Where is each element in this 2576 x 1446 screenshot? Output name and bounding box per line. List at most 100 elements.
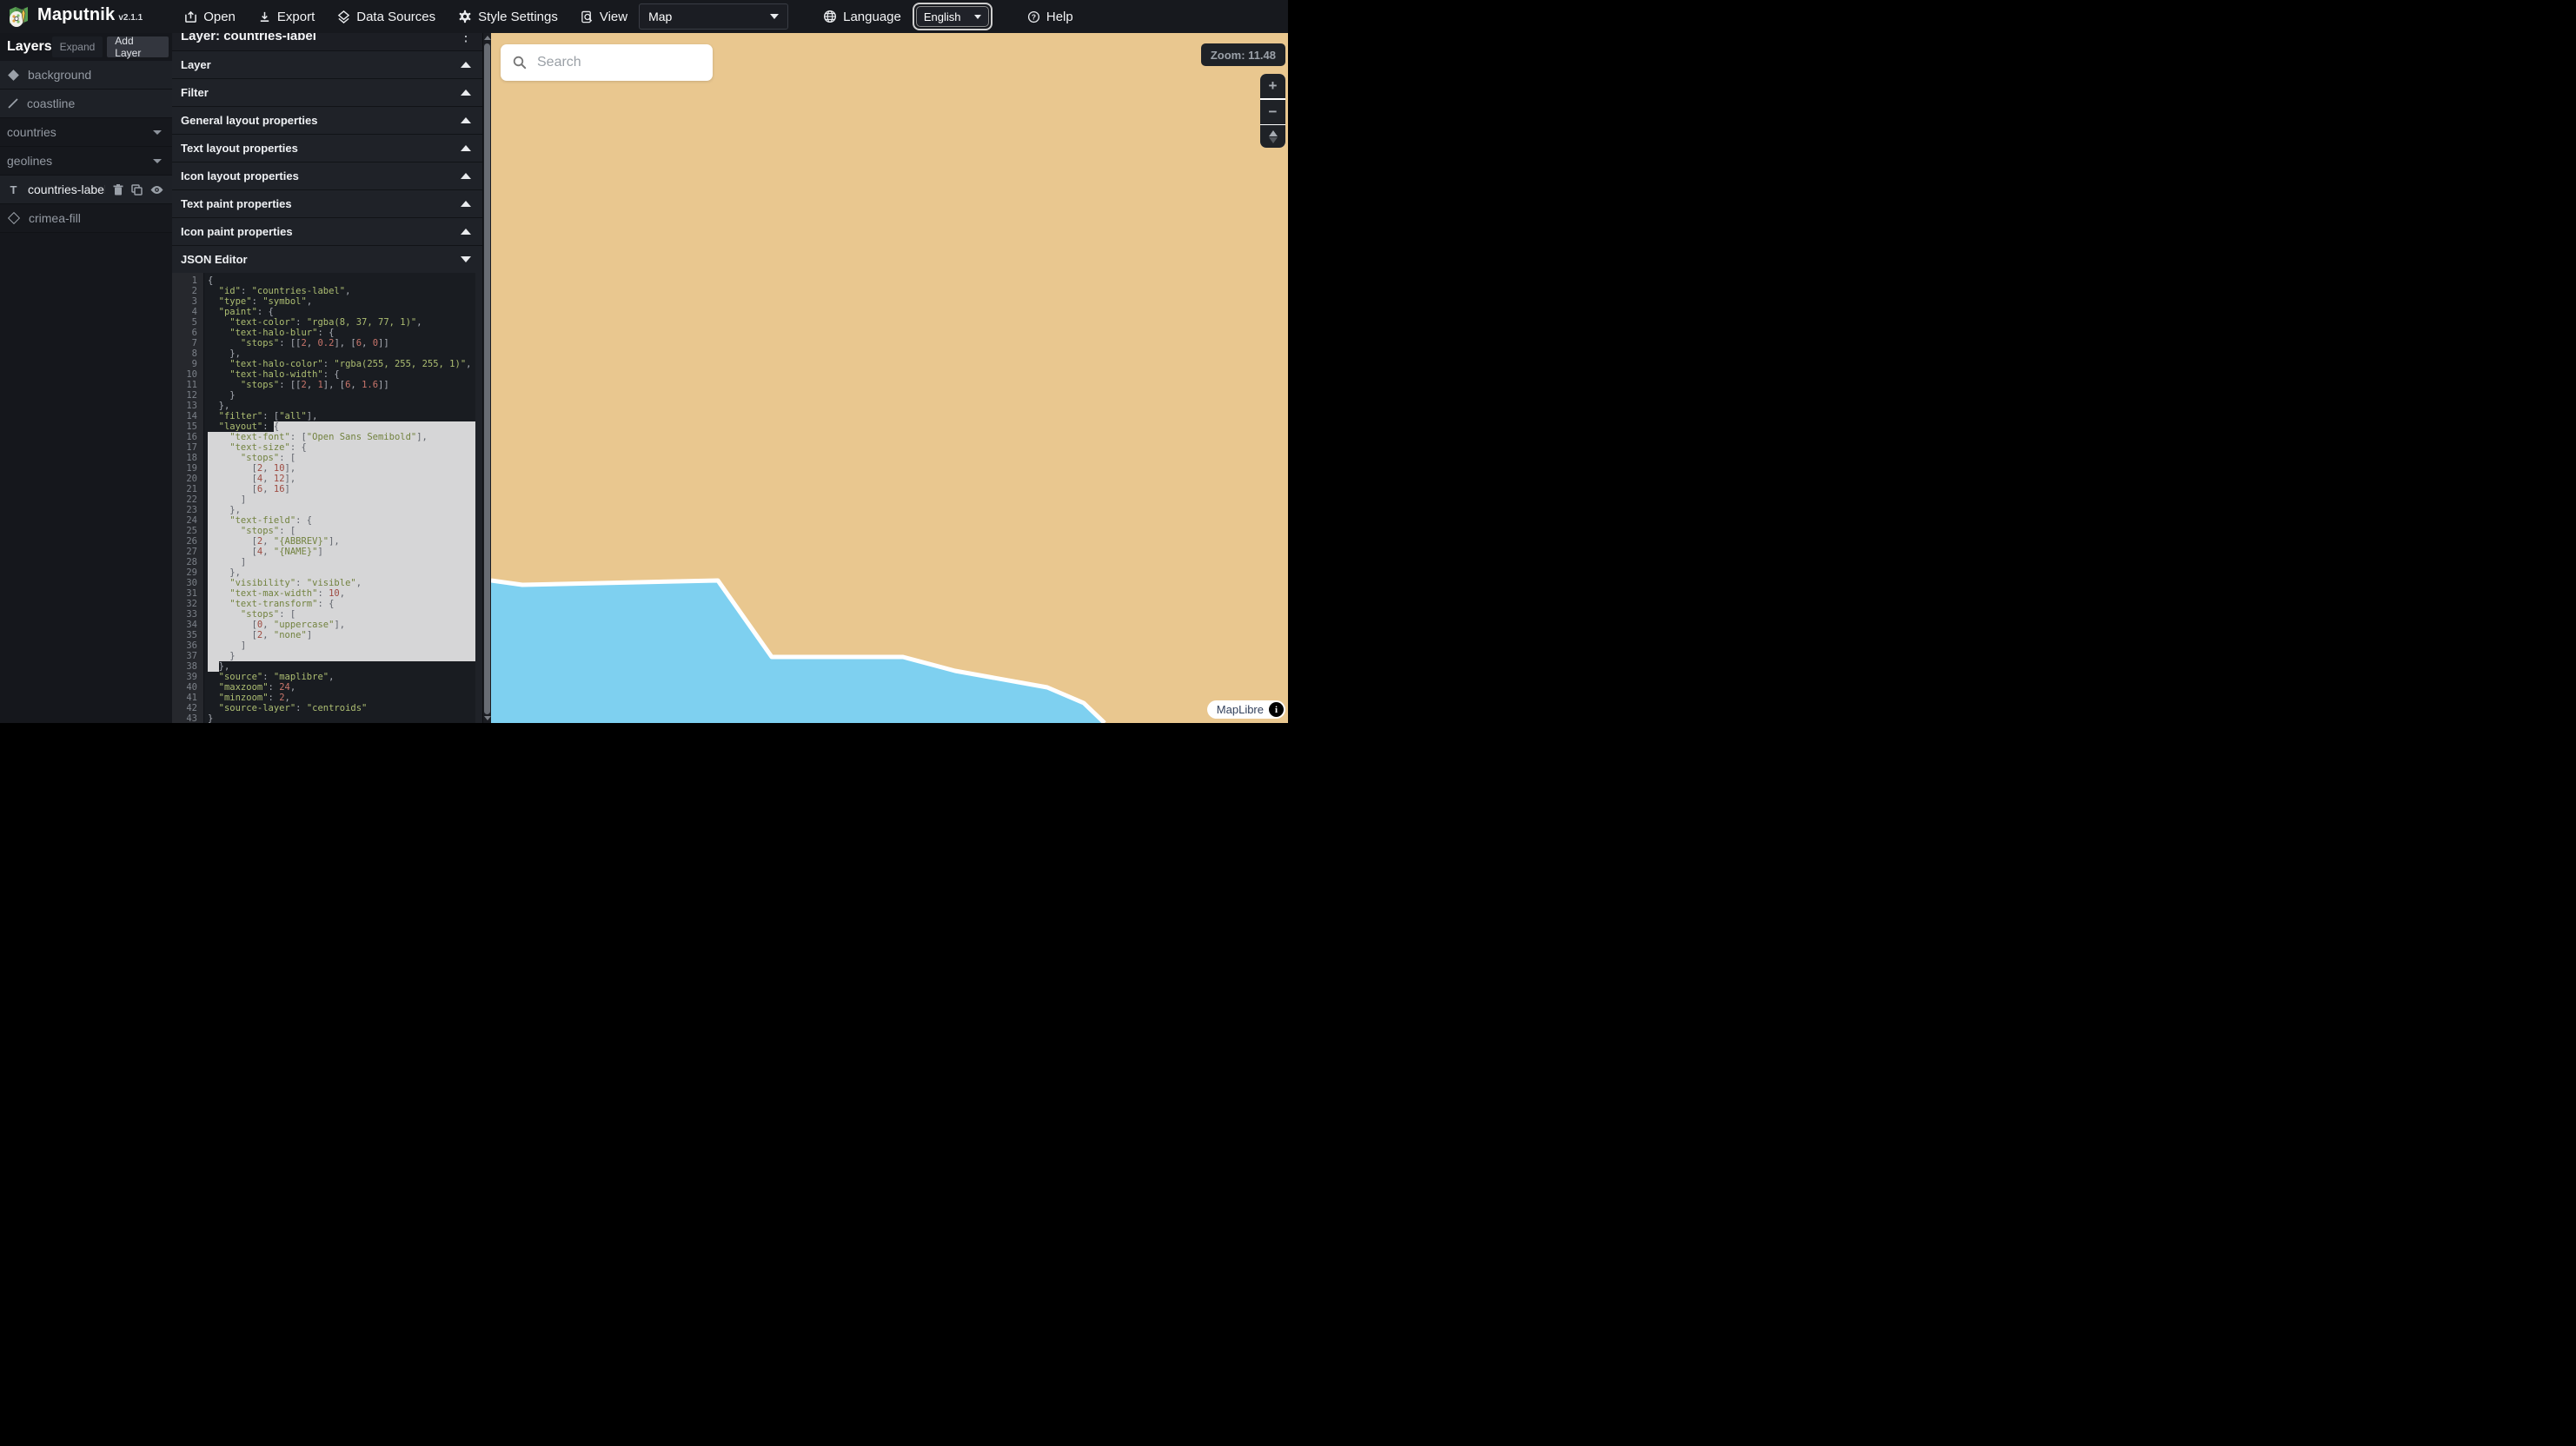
export-button[interactable]: Export (258, 10, 315, 24)
line-number: 40 (172, 682, 203, 693)
zoom-in-button[interactable]: + (1260, 74, 1285, 98)
open-label: Open (203, 10, 236, 24)
kebab-menu-icon[interactable]: ⋮ (459, 33, 473, 45)
language-select[interactable]: English (916, 6, 989, 27)
layer-editor-titlebar: Layer: countries-label ⋮ (172, 33, 483, 50)
layer-item-countries-label[interactable]: Tcountries-label (0, 176, 172, 204)
section-filter[interactable]: Filter (172, 78, 483, 106)
line-number: 19 (172, 463, 203, 474)
language-label: Language (843, 10, 901, 24)
scrollbar-down-arrow-icon[interactable] (484, 716, 491, 720)
zoom-out-button[interactable]: − (1260, 100, 1285, 124)
chevron-down-icon (153, 159, 162, 163)
search-input[interactable] (535, 54, 719, 71)
panel-scrollbar[interactable] (482, 33, 491, 723)
line-number: 8 (172, 348, 203, 359)
code-line-12: } (208, 390, 475, 401)
chevron-up-icon (461, 62, 471, 68)
visibility-icon[interactable] (150, 185, 163, 195)
code-line-33: "stops": [ (208, 609, 475, 620)
compass-button[interactable] (1260, 125, 1285, 148)
line-number: 9 (172, 359, 203, 369)
json-editor-code[interactable]: { "id": "countries-label", "type": "symb… (204, 273, 475, 723)
line-icon (7, 97, 19, 109)
section-text-paint-properties[interactable]: Text paint properties (172, 189, 483, 217)
layer-label: crimea-fill (29, 211, 165, 225)
line-number: 5 (172, 317, 203, 328)
view-icon (581, 10, 594, 23)
help-icon: ? (1027, 10, 1040, 23)
code-line-18: "stops": [ (208, 453, 475, 463)
section-text-layout-properties[interactable]: Text layout properties (172, 134, 483, 162)
code-line-24: "text-field": { (208, 515, 475, 526)
line-number: 29 (172, 567, 203, 578)
expand-button[interactable]: Expand (52, 36, 103, 57)
section-icon-layout-properties[interactable]: Icon layout properties (172, 162, 483, 189)
layer-actions (113, 184, 163, 196)
maplibre-link[interactable]: MapLibre (1217, 703, 1264, 716)
line-number: 3 (172, 296, 203, 307)
json-editor[interactable]: 1234567891011121314151617181920212223242… (172, 273, 475, 723)
section-icon-paint-properties[interactable]: Icon paint properties (172, 217, 483, 245)
line-number: 25 (172, 526, 203, 536)
section-label: Text layout properties (181, 142, 461, 155)
map-canvas[interactable]: Zoom: 11.48 + − MapLibre i (491, 33, 1288, 723)
duplicate-icon[interactable] (131, 184, 143, 196)
export-icon (258, 10, 271, 23)
scrollbar-up-arrow-icon[interactable] (484, 36, 491, 40)
property-sections: Layer Filter General layout properties Text… (172, 50, 483, 273)
help-button[interactable]: ? Help (1027, 10, 1073, 24)
info-icon[interactable]: i (1269, 702, 1284, 717)
line-number: 14 (172, 411, 203, 421)
compass-north-icon (1269, 130, 1278, 136)
section-layer[interactable]: Layer (172, 50, 483, 78)
scrollbar-thumb[interactable] (484, 43, 490, 714)
style-settings-button[interactable]: Style Settings (458, 10, 558, 24)
code-line-15: "layout": { (208, 421, 475, 432)
line-number: 30 (172, 578, 203, 588)
line-number: 16 (172, 432, 203, 442)
line-number: 10 (172, 369, 203, 380)
code-line-36: ] (208, 640, 475, 651)
line-number: 39 (172, 672, 203, 682)
code-line-26: [2, "{ABBREV}"], (208, 536, 475, 547)
layer-group-geolines[interactable]: geolines (0, 147, 172, 176)
line-number: 26 (172, 536, 203, 547)
section-json-editor[interactable]: JSON Editor (172, 245, 483, 273)
compass-south-icon (1269, 137, 1278, 143)
layer-label: countries (7, 125, 145, 139)
maputnik-app: Maputnik v2.1.1 Open Export (0, 0, 1288, 723)
line-number: 17 (172, 442, 203, 453)
line-number: 18 (172, 453, 203, 463)
svg-text:?: ? (1032, 12, 1036, 21)
section-label: Icon layout properties (181, 169, 461, 182)
data-sources-button[interactable]: Data Sources (337, 10, 435, 24)
chevron-down-icon (461, 256, 471, 262)
code-line-42: "source-layer": "centroids" (208, 703, 475, 713)
section-label: Filter (181, 86, 461, 99)
top-menu: Open Export Data Sources (184, 3, 1073, 30)
code-line-13: }, (208, 401, 475, 411)
line-number: 12 (172, 390, 203, 401)
code-line-25: "stops": [ (208, 526, 475, 536)
code-line-11: "stops": [[2, 1], [6, 1.6]] (208, 380, 475, 390)
layers-title: Layers (7, 39, 52, 55)
view-select[interactable]: Map (639, 3, 788, 30)
layer-item-crimea-fill[interactable]: crimea-fill (0, 204, 172, 233)
code-line-3: "type": "symbol", (208, 296, 475, 307)
chevron-up-icon (461, 117, 471, 123)
line-number: 27 (172, 547, 203, 557)
section-general-layout-properties[interactable]: General layout properties (172, 106, 483, 134)
view-label: View (600, 10, 627, 24)
code-line-43: } (208, 713, 475, 723)
data-sources-icon (337, 10, 350, 23)
layer-item-coastline[interactable]: coastline (0, 90, 172, 118)
layer-item-background[interactable]: background (0, 61, 172, 90)
code-line-35: [2, "none"] (208, 630, 475, 640)
code-line-31: "text-max-width": 10, (208, 588, 475, 599)
code-line-14: "filter": ["all"], (208, 411, 475, 421)
delete-icon[interactable] (113, 184, 123, 196)
add-layer-button[interactable]: Add Layer (107, 36, 169, 57)
open-button[interactable]: Open (184, 10, 236, 24)
layer-group-countries[interactable]: countries (0, 118, 172, 147)
